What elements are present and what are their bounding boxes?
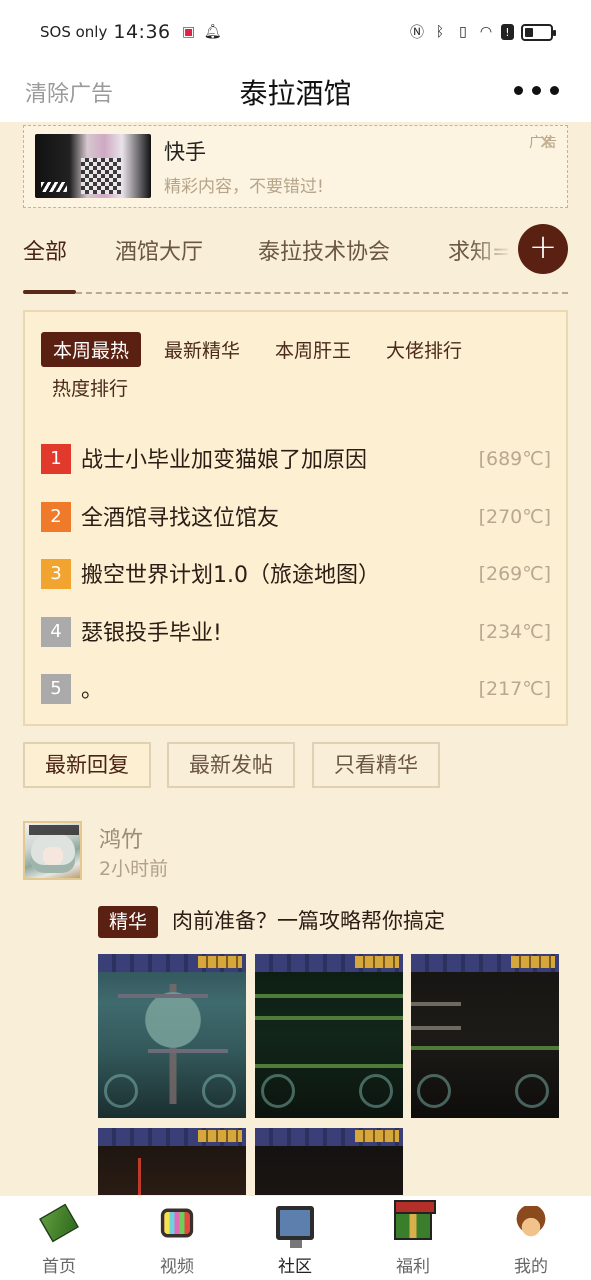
tab-tavern-hall[interactable]: 酒馆大厅	[115, 234, 203, 266]
tab-all[interactable]: 全部	[23, 234, 67, 266]
bell-icon: 🔔︎	[203, 24, 222, 40]
nav-home-label: 首页	[42, 1257, 76, 1277]
rank-title: 瑟银投手毕业!	[81, 621, 222, 646]
computer-icon	[276, 1206, 314, 1248]
ad-description: 精彩内容，不要错过!	[164, 177, 324, 197]
nav-video[interactable]: 视频	[137, 1206, 217, 1277]
app-header: 清除广告 泰拉酒馆	[0, 64, 591, 122]
post-time: 2小时前	[99, 858, 169, 880]
post-title[interactable]: 肉前准备？一篇攻略帮你搞定	[172, 905, 445, 935]
category-tabs: 全部 酒馆大厅 泰拉技术协会 求知=	[0, 222, 591, 294]
ad-thumbnail	[35, 134, 151, 198]
ranking-item[interactable]: 4 瑟银投手毕业! [234℃]	[41, 615, 551, 647]
post-image[interactable]	[411, 954, 559, 1118]
post-author[interactable]: 鸿竹	[99, 822, 143, 854]
rank-heat: [270℃]	[478, 506, 551, 528]
ad-name: 快手	[164, 140, 206, 164]
vibrate-icon: ▯	[459, 24, 467, 40]
ranking-item[interactable]: 5 。 [217℃]	[41, 672, 551, 704]
rank-number: 5	[41, 674, 71, 704]
rank-title: 搬空世界计划1.0（旅途地图）	[81, 563, 380, 588]
bluetooth-icon: ᛒ	[435, 24, 445, 40]
post-image[interactable]	[98, 1128, 246, 1195]
rank-title: 战士小毕业加变猫娘了加原因	[81, 448, 368, 473]
rank-tab-weekly-grinder[interactable]: 本周肝王	[275, 336, 351, 363]
sort-latest-post-button[interactable]: 最新发帖	[167, 742, 295, 788]
character-head-icon	[512, 1206, 550, 1240]
book-icon	[39, 1203, 79, 1243]
ranking-panel: 本周最热 最新精华 本周肝王 大佬排行 热度排行 1 战士小毕业加变猫娘了加原因…	[23, 310, 568, 726]
close-ad-icon[interactable]: ✕	[538, 130, 555, 154]
tab-tech-association[interactable]: 泰拉技术协会	[258, 234, 390, 266]
post-image[interactable]	[255, 1128, 403, 1195]
featured-badge: 精华	[98, 906, 158, 938]
tabs-divider	[76, 292, 568, 294]
ranking-item[interactable]: 1 战士小毕业加变猫娘了加原因 [689℃]	[41, 442, 551, 474]
rank-title: 全酒馆寻找这位馆友	[81, 506, 280, 531]
rank-number: 4	[41, 617, 71, 647]
bottom-navigation: 首页 视频 社区 福利 我的	[0, 1195, 591, 1280]
sort-latest-reply-button[interactable]: 最新回复	[23, 742, 151, 788]
wifi-icon: ◠	[479, 24, 493, 40]
battery-icon	[521, 23, 556, 41]
nav-video-label: 视频	[160, 1257, 194, 1277]
post-image[interactable]	[98, 954, 246, 1118]
rank-number: 1	[41, 444, 71, 474]
post-image[interactable]	[255, 954, 403, 1118]
nav-me[interactable]: 我的	[491, 1206, 571, 1277]
sort-featured-only-button[interactable]: 只看精华	[312, 742, 440, 788]
nav-home[interactable]: 首页	[19, 1203, 99, 1277]
gift-icon	[394, 1200, 436, 1240]
nav-benefits-label: 福利	[396, 1257, 430, 1277]
rank-heat: [234℃]	[478, 621, 551, 643]
rank-number: 2	[41, 502, 71, 532]
rank-heat: [269℃]	[478, 563, 551, 585]
nav-benefits[interactable]: 福利	[373, 1200, 453, 1277]
rank-tab-popularity[interactable]: 热度排行	[52, 374, 128, 401]
ad-banner[interactable]: 快手 精彩内容，不要错过! 广告 ✕	[23, 125, 568, 208]
add-category-button[interactable]: +	[518, 224, 568, 274]
rank-tab-latest-featured[interactable]: 最新精华	[164, 336, 240, 363]
rank-number: 3	[41, 559, 71, 589]
tv-icon	[160, 1208, 194, 1238]
rank-heat: [689℃]	[478, 448, 551, 470]
active-tab-indicator	[23, 290, 76, 294]
ranking-item[interactable]: 3 搬空世界计划1.0（旅途地图） [269℃]	[41, 557, 551, 589]
rank-heat: [217℃]	[478, 678, 551, 700]
carrier-text: SOS only	[40, 23, 108, 41]
nfc-icon: Ⓝ	[410, 25, 424, 41]
avatar[interactable]	[23, 821, 82, 880]
rank-title: 。	[81, 678, 104, 703]
nav-me-label: 我的	[514, 1257, 548, 1277]
page-title: 泰拉酒馆	[239, 77, 352, 110]
nav-community-label: 社区	[278, 1257, 312, 1277]
rank-tab-weekly-hot[interactable]: 本周最热	[41, 332, 142, 367]
rank-tab-top-players[interactable]: 大佬排行	[386, 336, 462, 363]
more-menu-icon[interactable]	[514, 86, 559, 95]
status-bar: SOS only 14:36 ▣ 🔔︎ Ⓝ ᛒ ▯ ◠ !	[0, 0, 591, 64]
clock: 14:36	[113, 21, 171, 43]
nav-community[interactable]: 社区	[255, 1206, 335, 1277]
notification-app-icon: ▣	[182, 24, 196, 40]
ranking-item[interactable]: 2 全酒馆寻找这位馆友 [270℃]	[41, 500, 551, 532]
alert-icon: !	[501, 24, 514, 40]
